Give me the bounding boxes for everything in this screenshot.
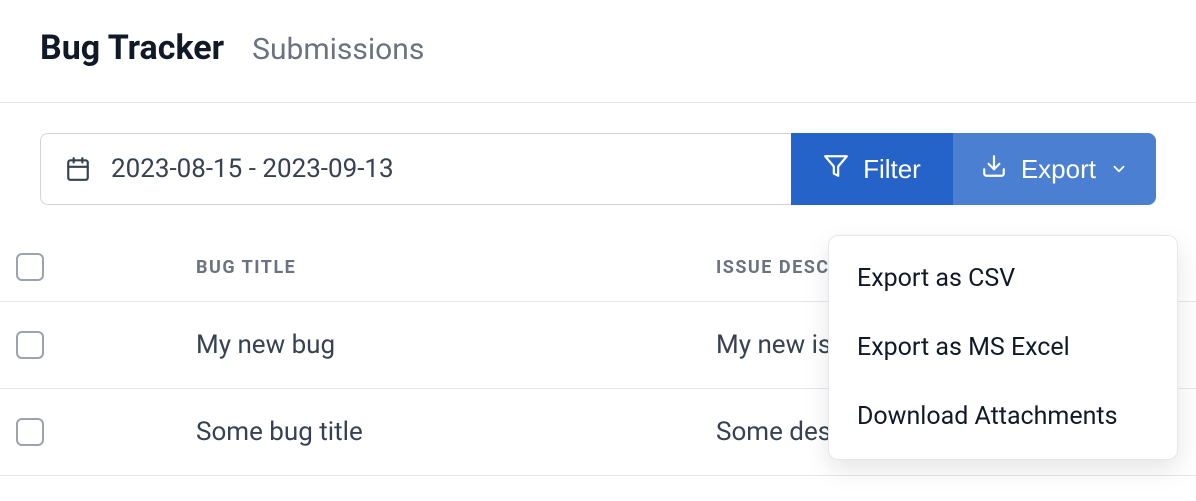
download-icon <box>981 153 1007 186</box>
row-checkbox[interactable] <box>16 418 44 446</box>
calendar-icon <box>65 156 91 182</box>
toolbar: 2023-08-15 - 2023-09-13 Filter Export <box>0 103 1196 205</box>
download-attachments-item[interactable]: Download Attachments <box>829 382 1177 451</box>
export-excel-item[interactable]: Export as MS Excel <box>829 313 1177 382</box>
date-range-input[interactable]: 2023-08-15 - 2023-09-13 <box>40 133 791 205</box>
date-range-value: 2023-08-15 - 2023-09-13 <box>111 154 394 184</box>
export-dropdown: Export as CSV Export as MS Excel Downloa… <box>828 235 1178 460</box>
export-button[interactable]: Export <box>953 133 1156 205</box>
page-header: Bug Tracker Submissions <box>0 0 1196 102</box>
page-subtitle: Submissions <box>252 32 424 67</box>
export-button-label: Export <box>1021 154 1096 185</box>
row-select-cell <box>16 418 196 446</box>
row-checkbox[interactable] <box>16 331 44 359</box>
column-header-title: BUG TITLE <box>196 257 716 278</box>
cell-bug-title: My new bug <box>196 330 716 360</box>
filter-button[interactable]: Filter <box>791 133 953 205</box>
select-all-checkbox[interactable] <box>16 253 44 281</box>
funnel-icon <box>823 153 849 186</box>
app-title: Bug Tracker <box>40 28 224 68</box>
row-select-cell <box>16 331 196 359</box>
select-all-cell <box>16 253 196 281</box>
cell-bug-title: Some bug title <box>196 417 716 447</box>
export-csv-item[interactable]: Export as CSV <box>829 244 1177 313</box>
filter-button-label: Filter <box>863 154 921 185</box>
chevron-down-icon <box>1110 154 1128 185</box>
